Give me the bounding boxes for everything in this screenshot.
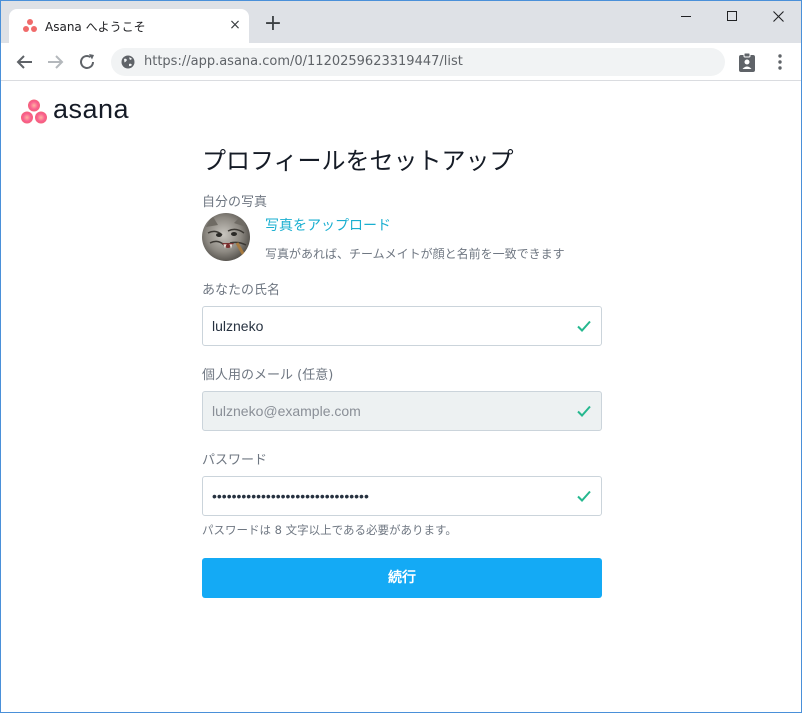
check-icon [577, 490, 591, 502]
asana-favicon-icon [23, 19, 37, 33]
url-text: https://app.asana.com/0/1120259623319447… [144, 54, 463, 69]
avatar[interactable] [202, 213, 250, 261]
password-field-wrapper [202, 476, 602, 516]
clipboard-extension-icon[interactable] [738, 52, 756, 72]
continue-button[interactable]: 続行 [202, 558, 602, 598]
forward-arrow-icon[interactable] [43, 50, 67, 74]
new-tab-button[interactable]: + [263, 13, 283, 35]
check-icon [577, 320, 591, 332]
upload-photo-link[interactable]: 写真をアップロード [265, 215, 391, 235]
tab-title: Asana へようこそ [45, 20, 146, 34]
tab-close-icon[interactable]: × [227, 17, 243, 33]
browser-tab[interactable]: Asana へようこそ × [9, 9, 249, 43]
upload-help-text: 写真があれば、チームメイトが顔と名前を一致できます [265, 247, 565, 261]
minimize-button[interactable] [663, 1, 709, 31]
password-hint: パスワードは 8 文字以上である必要があります。 [202, 523, 457, 537]
cat-avatar-image [202, 213, 250, 261]
close-window-button[interactable] [755, 1, 801, 31]
browser-toolbar: https://app.asana.com/0/1120259623319447… [1, 43, 801, 81]
reload-icon[interactable] [75, 50, 99, 74]
address-bar[interactable]: https://app.asana.com/0/1120259623319447… [111, 48, 725, 76]
page-title: プロフィールをセットアップ [202, 147, 514, 175]
tab-strip: Asana へようこそ × + [1, 1, 801, 43]
asana-logo-icon [21, 99, 47, 124]
check-icon [577, 405, 591, 417]
more-menu-icon[interactable] [773, 53, 787, 71]
password-input[interactable] [203, 477, 563, 515]
email-field-wrapper [202, 391, 602, 431]
back-arrow-icon[interactable] [13, 50, 37, 74]
password-label: パスワード [202, 453, 268, 468]
close-icon [772, 10, 784, 22]
photo-label: 自分の写真 [202, 195, 268, 210]
name-label: あなたの氏名 [202, 283, 281, 298]
email-label: 個人用のメール (任意) [202, 368, 334, 383]
globe-icon [121, 55, 135, 69]
maximize-button[interactable] [709, 1, 755, 31]
email-input[interactable] [203, 392, 563, 430]
minimize-icon [681, 15, 691, 17]
maximize-icon [727, 11, 737, 21]
name-field-wrapper [202, 306, 602, 346]
logo-text: asana [53, 94, 130, 124]
browser-window: Asana へようこそ × + https://app.asana.com/0/… [0, 0, 802, 713]
name-input[interactable] [203, 307, 563, 345]
